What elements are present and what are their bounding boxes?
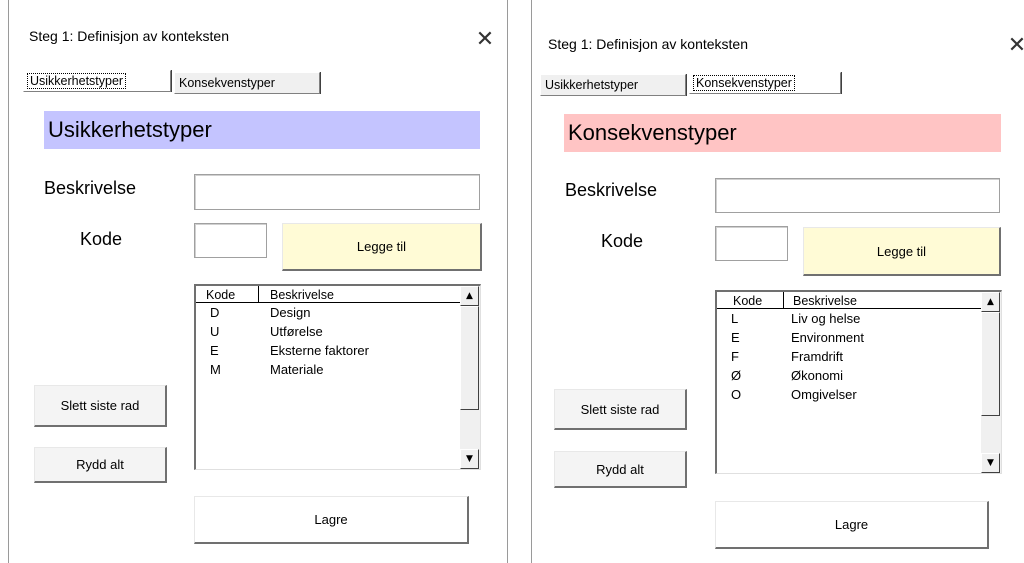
beskrivelse-input[interactable] <box>715 178 1000 213</box>
slett-siste-rad-button[interactable]: Slett siste rad <box>34 385 167 427</box>
window-title: Steg 1: Definisjon av konteksten <box>548 36 749 52</box>
vertical-scrollbar[interactable]: ▲ ▼ <box>981 292 1001 473</box>
scroll-down-icon[interactable]: ▼ <box>981 453 1000 473</box>
column-header-kode: Kode <box>733 294 763 308</box>
vertical-scrollbar[interactable]: ▲ ▼ <box>460 286 480 469</box>
beskrivelse-label: Beskrivelse <box>565 180 658 200</box>
beskrivelse-label: Beskrivelse <box>44 178 137 198</box>
legge-til-button[interactable]: Legge til <box>282 223 482 271</box>
list-row[interactable]: Ø Økonomi <box>717 366 981 385</box>
scroll-thumb[interactable] <box>981 312 1000 416</box>
list-row[interactable]: F Framdrift <box>717 347 981 366</box>
close-icon[interactable]: ✕ <box>1005 34 1024 58</box>
title-bar: Steg 1: Definisjon av konteksten ✕ <box>9 0 507 52</box>
type-listbox[interactable]: Kode Beskrivelse D Design U Utførelse E Eks… <box>194 284 481 470</box>
lagre-button[interactable]: Lagre <box>194 496 469 544</box>
scroll-up-icon[interactable]: ▲ <box>981 292 1000 312</box>
kode-label: Kode <box>601 231 644 251</box>
kode-input[interactable] <box>194 223 267 258</box>
tab-label: Usikkerhetstyper <box>545 78 639 92</box>
beskrivelse-input[interactable] <box>194 174 480 210</box>
lagre-button[interactable]: Lagre <box>715 501 989 549</box>
column-header-beskrivelse: Beskrivelse <box>270 288 334 302</box>
column-divider <box>258 286 259 302</box>
list-row[interactable]: U Utførelse <box>196 322 460 341</box>
rydd-alt-button[interactable]: Rydd alt <box>554 451 687 488</box>
tab-label: Konsekvenstyper <box>693 75 795 91</box>
dialog-konsekvenstyper: Steg 1: Definisjon av konteksten ✕ Usikk… <box>531 0 1024 563</box>
scroll-thumb[interactable] <box>460 306 479 410</box>
tab-usikkerhetstyper[interactable]: Usikkerhetstyper <box>540 74 686 96</box>
rydd-alt-button[interactable]: Rydd alt <box>34 447 167 483</box>
section-heading: Usikkerhetstyper <box>44 111 480 149</box>
column-header-kode: Kode <box>206 288 236 302</box>
list-header: Kode Beskrivelse <box>717 292 981 309</box>
tab-label: Konsekvenstyper <box>179 76 275 90</box>
dialog-usikkerhetstyper: Steg 1: Definisjon av konteksten ✕ Usikk… <box>8 0 508 563</box>
tab-konsekvenstyper[interactable]: Konsekvenstyper <box>689 72 841 94</box>
list-row[interactable]: M Materiale <box>196 360 460 379</box>
list-header: Kode Beskrivelse <box>196 286 460 303</box>
window-title: Steg 1: Definisjon av konteksten <box>29 28 230 44</box>
section-heading: Konsekvenstyper <box>564 114 1001 152</box>
kode-input[interactable] <box>715 226 788 261</box>
column-header-beskrivelse: Beskrivelse <box>793 294 857 308</box>
scroll-down-icon[interactable]: ▼ <box>460 449 479 469</box>
list-row[interactable]: E Environment <box>717 328 981 347</box>
list-row[interactable]: O Omgivelser <box>717 385 981 404</box>
column-divider <box>783 292 784 308</box>
list-row[interactable]: L Liv og helse <box>717 309 981 328</box>
tab-usikkerhetstyper[interactable]: Usikkerhetstyper <box>23 70 171 92</box>
title-bar: Steg 1: Definisjon av konteksten ✕ <box>532 0 1024 58</box>
list-row[interactable]: D Design <box>196 303 460 322</box>
close-icon[interactable]: ✕ <box>473 28 497 52</box>
list-row[interactable]: E Eksterne faktorer <box>196 341 460 360</box>
tab-label: Usikkerhetstyper <box>26 73 127 89</box>
type-listbox[interactable]: Kode Beskrivelse L Liv og helse E Environm… <box>715 290 1002 474</box>
slett-siste-rad-button[interactable]: Slett siste rad <box>554 389 687 430</box>
legge-til-button[interactable]: Legge til <box>803 227 1001 276</box>
scroll-up-icon[interactable]: ▲ <box>460 286 479 306</box>
kode-label: Kode <box>80 229 123 249</box>
tab-konsekvenstyper[interactable]: Konsekvenstyper <box>174 72 320 94</box>
